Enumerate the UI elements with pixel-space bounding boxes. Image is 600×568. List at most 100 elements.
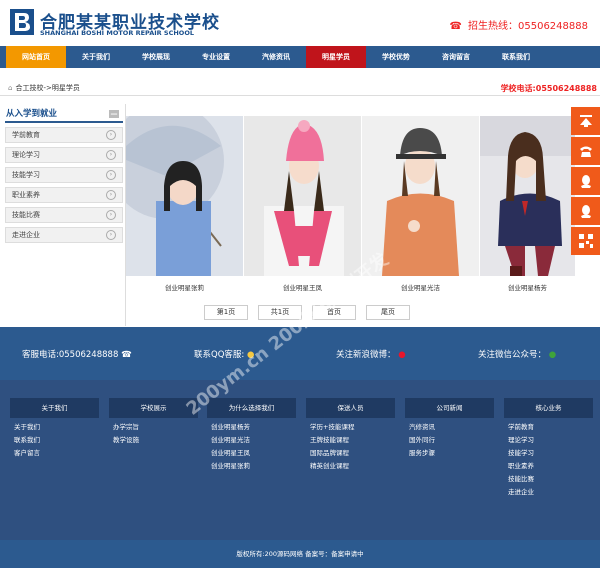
sidebar-item-preschool[interactable]: 学前教育 › <box>5 127 123 143</box>
footer-link[interactable]: 客户留言 <box>10 450 99 457</box>
weibo-follow[interactable]: 关注新浪微博： ● <box>336 348 406 360</box>
footer-link[interactable]: 技能学习 <box>504 450 593 457</box>
back-to-top-icon[interactable] <box>571 107 600 135</box>
footer-link[interactable]: 技能比赛 <box>504 476 593 483</box>
chevron-right-icon: › <box>106 130 116 140</box>
site-header: 合肥某某职业技术学校 SHANGHAI BOSHI MOTOR REPAIR S… <box>0 0 600 46</box>
student-caption-4[interactable]: 创业明星杨芳 <box>480 282 575 292</box>
footer-link[interactable]: 理论学习 <box>504 437 593 444</box>
nav-about[interactable]: 关于我们 <box>66 46 126 68</box>
student-photo-1[interactable] <box>126 116 243 276</box>
collapse-icon[interactable]: — <box>109 110 119 118</box>
nav-advantages[interactable]: 学校优势 <box>366 46 426 68</box>
phone-icon[interactable] <box>571 137 600 165</box>
qrcode-icon[interactable] <box>571 227 600 255</box>
school-name-en: SHANGHAI BOSHI MOTOR REPAIR SCHOOL <box>40 29 194 37</box>
nav-home[interactable]: 网站首页 <box>6 46 66 68</box>
footer-col-about: 关于我们 关于我们 联系我们 客户留言 <box>10 398 99 457</box>
sidebar: 从入学到就业 — 学前教育 › 理论学习 › 技能学习 › 职业素养 › 技能比赛 › 走… <box>5 107 123 243</box>
sidebar-item-skills[interactable]: 技能学习 › <box>5 167 123 183</box>
enrollment-hotline: ☎ 招生热线：05506248888 <box>450 17 588 32</box>
copyright: 版权所有:200源码网络 备案号：备案申请中 <box>0 540 600 568</box>
qq-service[interactable]: 联系QQ客服: ● <box>194 348 254 360</box>
footer-link[interactable]: 精英创业课程 <box>306 463 395 470</box>
footer-col-head[interactable]: 保送人员 <box>306 398 395 418</box>
home-icon: ⌂ <box>8 84 13 92</box>
page-first-button[interactable]: 首页 <box>312 305 356 320</box>
qq-icon[interactable] <box>571 167 600 195</box>
sidebar-title: 从入学到就业 — <box>5 107 123 123</box>
footer-col-head[interactable]: 关于我们 <box>10 398 99 418</box>
page-last-button[interactable]: 尾页 <box>366 305 410 320</box>
student-photo-3[interactable] <box>362 116 479 276</box>
nav-star-students[interactable]: 明星学员 <box>306 46 366 68</box>
hotline-text: 招生热线：05506248888 <box>468 21 588 32</box>
pagination: 第1页 共1页 首页 尾页 <box>204 305 410 320</box>
weibo-text[interactable]: 关注新浪微博： <box>336 350 396 360</box>
phone-icon: ☎ <box>449 21 462 32</box>
footer-link[interactable]: 王牌技能课程 <box>306 437 395 444</box>
footer-link[interactable]: 创业明星张莉 <box>207 463 296 470</box>
phone-icon: ☎ <box>121 350 132 360</box>
footer-link[interactable]: 联系我们 <box>10 437 99 444</box>
footer-col-head[interactable]: 公司新闻 <box>405 398 494 418</box>
footer-link[interactable]: 学前教育 <box>504 424 593 431</box>
footer-col-showcase: 学校展示 办学宗旨 教学设施 <box>109 398 198 444</box>
breadcrumb-text[interactable]: 合工技校->明星学员 <box>15 84 79 92</box>
student-caption-1[interactable]: 创业明星张莉 <box>126 282 243 292</box>
footer-col-why-us: 为什么选择我们 创业明星杨芳 创业明星光洁 创业明星王凤 创业明星张莉 <box>207 398 296 470</box>
qq-service-text[interactable]: 联系QQ客服: <box>194 350 244 360</box>
sidebar-item-contest[interactable]: 技能比赛 › <box>5 207 123 223</box>
wechat-text[interactable]: 关注微信公众号： <box>478 350 546 360</box>
school-phone: 学校电话:05506248888 <box>500 84 597 93</box>
footer-link[interactable]: 创业明星杨芳 <box>207 424 296 431</box>
sidebar-title-text: 从入学到就业 <box>6 109 58 119</box>
sidebar-item-ethics[interactable]: 职业素养 › <box>5 187 123 203</box>
sidebar-item-enterprise[interactable]: 走进企业 › <box>5 227 123 243</box>
student-caption-2[interactable]: 创业明星王凤 <box>244 282 361 292</box>
page-current[interactable]: 第1页 <box>204 305 248 320</box>
school-logo-icon[interactable] <box>10 9 34 35</box>
footer-link[interactable]: 汽修资讯 <box>405 424 494 431</box>
footer-col-head[interactable]: 为什么选择我们 <box>207 398 296 418</box>
sidebar-item-label: 走进企业 <box>12 231 40 239</box>
nav-consult[interactable]: 咨询留言 <box>426 46 486 68</box>
sidebar-item-label: 理论学习 <box>12 151 40 159</box>
nav-majors[interactable]: 专业设置 <box>186 46 246 68</box>
sidebar-item-label: 学前教育 <box>12 131 40 139</box>
nav-news[interactable]: 汽修资讯 <box>246 46 306 68</box>
student-photo-2[interactable] <box>244 116 361 276</box>
sidebar-item-label: 技能学习 <box>12 171 40 179</box>
service-phone-text: 客服电话:05506248888 <box>22 350 119 360</box>
footer-col-head[interactable]: 学校展示 <box>109 398 198 418</box>
footer-link[interactable]: 国际品牌课程 <box>306 450 395 457</box>
main-nav: 网站首页 关于我们 学校展现 专业设置 汽修资讯 明星学员 学校优势 咨询留言 … <box>0 46 600 68</box>
footer-link[interactable]: 教学设施 <box>109 437 198 444</box>
footer-link[interactable]: 国外同行 <box>405 437 494 444</box>
footer-link[interactable]: 创业明星王凤 <box>207 450 296 457</box>
breadcrumb[interactable]: ⌂ 合工技校->明星学员 <box>8 83 80 93</box>
nav-showcase[interactable]: 学校展现 <box>126 46 186 68</box>
qq-icon[interactable]: ● <box>247 350 254 360</box>
sidebar-item-theory[interactable]: 理论学习 › <box>5 147 123 163</box>
student-photo-4[interactable] <box>480 116 575 276</box>
service-phone: 客服电话:05506248888 ☎ <box>22 348 132 360</box>
nav-contact[interactable]: 联系我们 <box>486 46 546 68</box>
page-total: 共1页 <box>258 305 302 320</box>
footer-link[interactable]: 服务步骤 <box>405 450 494 457</box>
weibo-icon[interactable]: ● <box>398 350 405 360</box>
footer-link[interactable]: 创业明星光洁 <box>207 437 296 444</box>
wechat-follow[interactable]: 关注微信公众号： ● <box>478 348 556 360</box>
chevron-right-icon: › <box>106 230 116 240</box>
footer-link[interactable]: 职业素养 <box>504 463 593 470</box>
footer-col-head[interactable]: 核心业务 <box>504 398 593 418</box>
student-caption-3[interactable]: 创业明星光洁 <box>362 282 479 292</box>
footer-link[interactable]: 学历+技能课程 <box>306 424 395 431</box>
wechat-icon[interactable]: ● <box>549 350 556 360</box>
qq-icon[interactable] <box>571 197 600 225</box>
footer-link[interactable]: 走进企业 <box>504 489 593 496</box>
chevron-right-icon: › <box>106 170 116 180</box>
footer-link[interactable]: 办学宗旨 <box>109 424 198 431</box>
chevron-right-icon: › <box>106 210 116 220</box>
footer-link[interactable]: 关于我们 <box>10 424 99 431</box>
